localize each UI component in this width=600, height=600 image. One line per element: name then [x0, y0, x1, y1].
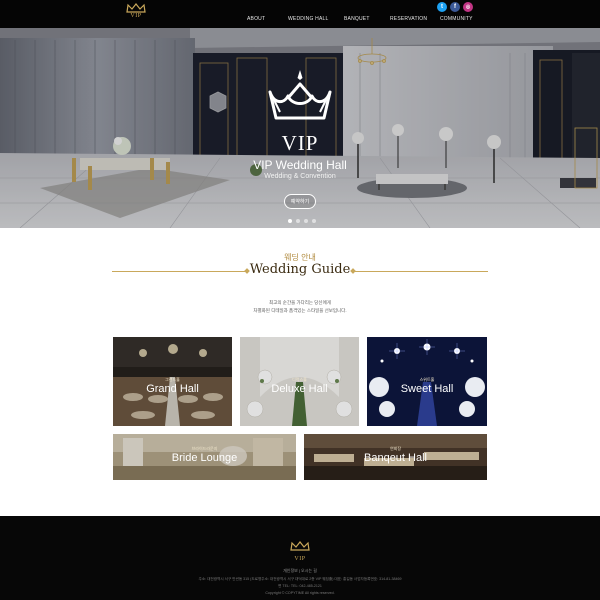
hall-card-title: Grand Hall	[146, 383, 199, 395]
slider-dot[interactable]	[296, 219, 300, 223]
hero-content: VIP VIP Wedding Hall Wedding & Conventio…	[230, 68, 370, 209]
hall-card-title: Bride Lounge	[171, 452, 238, 464]
reservation-button[interactable]: 예약하기	[283, 194, 317, 209]
slider-dot[interactable]	[288, 219, 292, 223]
site-footer: VIP 개인정보 | 오시는 길 주소: 대전광역시 서구 만년동 315 (도…	[0, 516, 600, 600]
section-description: 최고의 순간을 가다리는 당신에게	[269, 300, 331, 305]
section-title: Wedding Guide	[249, 262, 351, 277]
slider-pagination	[288, 219, 316, 223]
nav-about[interactable]: ABOUT	[247, 16, 265, 22]
nav-community[interactable]: COMMUNITY	[440, 16, 473, 22]
hero-title: VIP Wedding Hall	[253, 158, 347, 172]
hall-card-title: Sweet Hall	[400, 383, 454, 395]
hall-card-bride-lounge[interactable]: 브라이드라운지 Bride Lounge	[113, 434, 296, 480]
crown-icon	[290, 541, 310, 551]
crown-logo-icon	[268, 70, 332, 120]
nav-banquet[interactable]: BANQUET	[344, 16, 370, 22]
nav-wedding-hall[interactable]: WEDDING HALL	[288, 16, 328, 22]
crown-icon	[126, 3, 146, 13]
footer-tel: 면 TEL: TEL: 042-485-2121	[278, 584, 322, 588]
hero-banner: VIP VIP Wedding Hall Wedding & Conventio…	[0, 28, 600, 228]
slider-dot[interactable]	[312, 219, 316, 223]
instagram-icon[interactable]: ◎	[463, 2, 473, 12]
facebook-icon[interactable]: f	[450, 2, 460, 12]
nav-reservation[interactable]: RESERVATION	[390, 16, 427, 22]
hall-card-grand[interactable]: 그랜드홀 Grand Hall	[113, 337, 232, 426]
footer-copyright: Copyright © COPYTIME All rights reserved…	[265, 591, 335, 595]
footer-links[interactable]: 개인정보 | 오시는 길	[0, 568, 600, 574]
section-description: 차별화된 디테일과 품격있는 스타일을 선보입니다.	[253, 308, 347, 313]
hero-logo-text: VIP	[281, 131, 319, 155]
slider-dot[interactable]	[304, 219, 308, 223]
footer-logo[interactable]: VIP	[288, 538, 312, 563]
hall-card-deluxe[interactable]: 디럭스홀 Deluxe Hall	[240, 337, 359, 426]
hall-card-banquet[interactable]: 연회장 Banqeut Hall	[304, 434, 487, 480]
hall-card-title: Banqeut Hall	[364, 452, 427, 464]
hero-subtitle: Wedding & Convention	[264, 173, 336, 180]
twitter-icon[interactable]: t	[437, 2, 447, 12]
site-header: VIP ABOUT WEDDING HALL BANQUET RESERVATI…	[0, 0, 600, 28]
wedding-guide-section: 웨딩 안내 Wedding Guide 최고의 순간을 가다리는 당신에게 차별…	[0, 228, 600, 516]
footer-logo-text: VIP	[294, 556, 306, 562]
hall-card-sweet[interactable]: 스위트홀 Sweet Hall	[367, 337, 487, 426]
main-nav: ABOUT WEDDING HALL BANQUET RESERVATION C…	[0, 16, 600, 26]
divider-line	[355, 271, 488, 272]
footer-address: 주소: 대전광역시 서구 만년동 315 (도로명주소: 대전광역시 서구 대덕…	[198, 577, 402, 581]
hall-card-title: Deluxe Hall	[271, 383, 328, 395]
